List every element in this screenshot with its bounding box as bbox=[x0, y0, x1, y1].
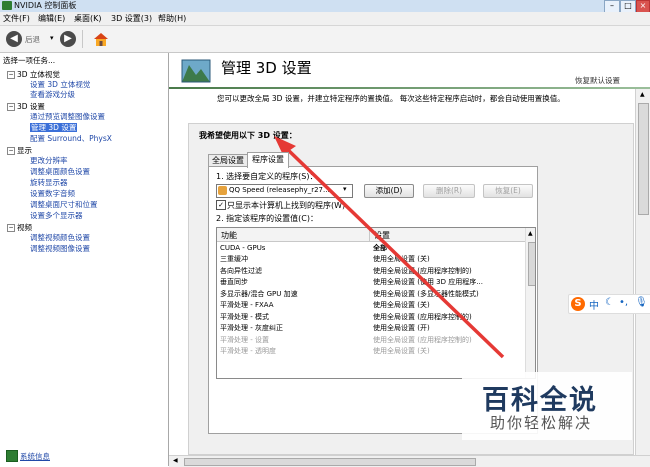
tab-program-settings[interactable]: 程序设置 bbox=[247, 152, 289, 168]
microphone-icon[interactable]: 🎙 bbox=[635, 297, 648, 308]
moon-icon[interactable]: ☾ bbox=[605, 297, 614, 308]
punctuation-icon[interactable]: •, bbox=[619, 297, 628, 308]
sogou-logo-icon: S bbox=[571, 297, 585, 311]
watermark-subtitle: 助你轻松解决 bbox=[490, 414, 593, 432]
ime-toolbar[interactable]: S 中 ☾ •, 🎙 bbox=[568, 294, 650, 314]
ime-lang-toggle[interactable]: 中 bbox=[589, 297, 599, 312]
watermark: 百科全说 助你轻松解决 bbox=[462, 372, 632, 440]
